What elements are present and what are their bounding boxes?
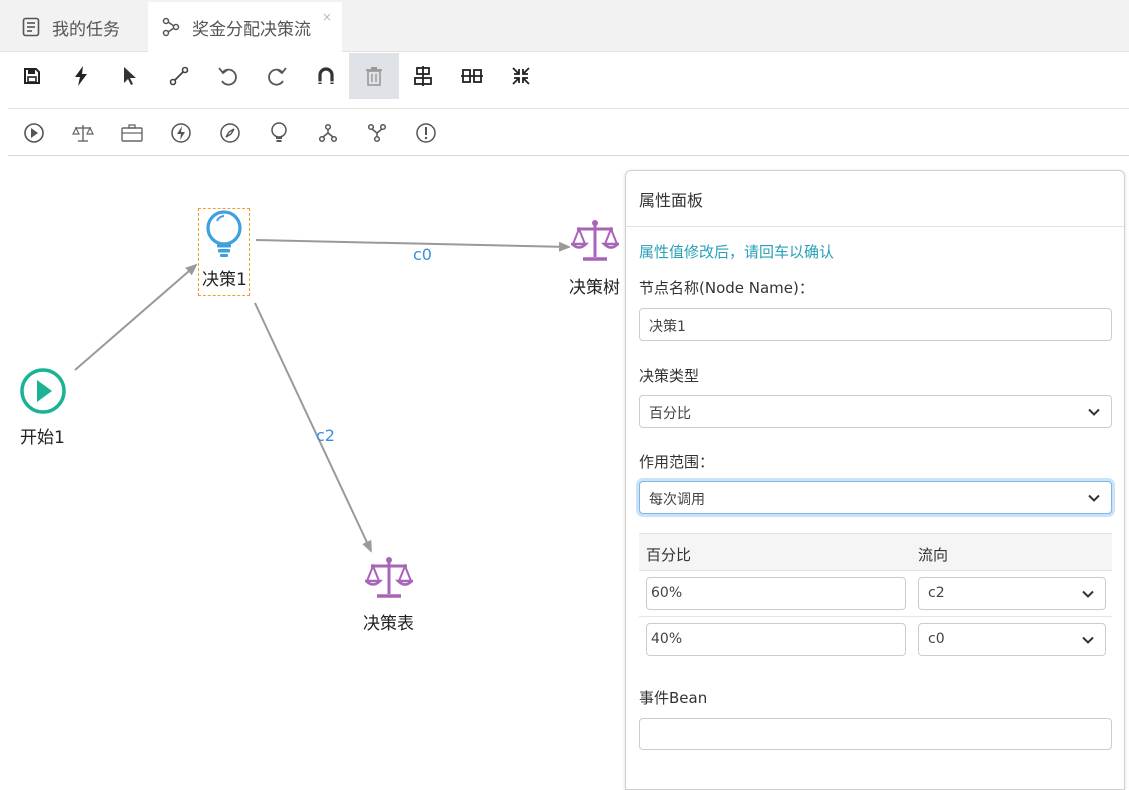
connect-button[interactable]	[155, 53, 203, 99]
start-node-label: 开始1	[20, 428, 65, 448]
add-script-node[interactable]	[206, 110, 254, 156]
decision-scale-icon	[72, 125, 94, 142]
percent-value: 60%	[651, 585, 683, 601]
chevron-down-icon	[1082, 590, 1094, 598]
join-icon	[367, 123, 387, 143]
run-button[interactable]	[57, 53, 105, 99]
undo-button[interactable]	[204, 53, 252, 99]
task-list-icon	[20, 16, 42, 38]
flow-value: c0	[928, 631, 945, 647]
close-tab-icon[interactable]: ×	[322, 10, 332, 24]
decision-tree-node[interactable]	[571, 217, 619, 263]
add-fork-node[interactable]	[304, 110, 352, 156]
add-end-node[interactable]	[402, 110, 450, 156]
node-name-label: 节点名称(Node Name)：	[639, 279, 814, 297]
align-horizontal-button[interactable]	[448, 53, 496, 99]
action-bolt-icon	[171, 123, 191, 143]
bolt-icon	[75, 66, 87, 86]
tab-bonus-flow[interactable]: 奖金分配决策流 ×	[148, 2, 342, 52]
node-name-value: 决策1	[649, 319, 686, 335]
flow-select[interactable]: c0	[918, 623, 1106, 656]
align-vertical-icon	[414, 66, 432, 86]
add-task-node[interactable]	[108, 110, 156, 156]
decision-type-select[interactable]: 百分比	[639, 395, 1112, 428]
table-row: 60% c2	[639, 571, 1112, 617]
tab-bar: 我的任务 奖金分配决策流 ×	[0, 0, 1129, 52]
add-start-node[interactable]	[10, 110, 58, 156]
decision-type-value: 百分比	[649, 406, 691, 422]
percent-input[interactable]: 40%	[646, 623, 906, 656]
panel-hint: 属性值修改后，请回车以确认	[639, 243, 835, 261]
flow-select[interactable]: c2	[918, 577, 1106, 610]
save-button[interactable]	[8, 53, 56, 99]
decision-table-node[interactable]	[365, 554, 413, 600]
snap-button[interactable]	[302, 53, 350, 99]
scope-value: 每次调用	[649, 492, 705, 508]
magnet-icon	[318, 67, 334, 84]
start-node[interactable]	[19, 367, 67, 415]
scope-label: 作用范围：	[639, 453, 715, 471]
flow-value: c2	[928, 585, 945, 601]
table-row: 40% c0	[639, 617, 1112, 663]
panel-title: 属性面板	[626, 171, 1124, 227]
edge-start-to-decision[interactable]	[74, 263, 198, 371]
delete-button[interactable]	[349, 53, 399, 99]
decision-tree-label: 决策树	[569, 278, 620, 298]
align-vertical-button[interactable]	[399, 53, 447, 99]
chevron-down-icon	[1088, 408, 1100, 416]
tab-label: 我的任务	[52, 19, 120, 40]
add-action-node[interactable]	[157, 110, 205, 156]
end-exclamation-icon	[416, 123, 436, 143]
add-decision-node[interactable]	[255, 110, 303, 156]
edge-label-c2[interactable]: c2	[316, 426, 335, 445]
scope-select[interactable]: 每次调用	[639, 481, 1112, 514]
pointer-icon	[124, 67, 136, 85]
main-toolbar	[8, 53, 1129, 109]
tab-my-tasks[interactable]: 我的任务	[8, 2, 146, 52]
decision-bulb-icon	[271, 122, 287, 142]
tab-label: 奖金分配决策流	[192, 19, 311, 40]
connector-icon	[169, 66, 189, 86]
flow-icon	[160, 16, 182, 38]
chevron-down-icon	[1082, 636, 1094, 644]
header-flow: 流向	[918, 546, 949, 564]
decision-node-label: 决策1	[202, 270, 247, 290]
redo-icon	[268, 67, 287, 86]
decision-node[interactable]	[203, 209, 245, 259]
compress-icon	[512, 67, 530, 85]
trash-icon	[366, 67, 382, 86]
fit-button[interactable]	[497, 53, 545, 99]
select-button[interactable]	[106, 53, 154, 99]
decision-type-label: 决策类型	[639, 367, 700, 385]
percent-input[interactable]: 60%	[646, 577, 906, 610]
percent-flow-table: 百分比 流向 60% c2 40% c0	[639, 533, 1112, 663]
add-decision-tree-node[interactable]	[59, 110, 107, 156]
header-percent: 百分比	[646, 546, 692, 564]
align-horizontal-icon	[461, 69, 483, 83]
node-name-input[interactable]: 决策1	[639, 308, 1112, 341]
briefcase-icon	[121, 124, 143, 142]
table-header: 百分比 流向	[639, 533, 1112, 571]
edge-label-c0[interactable]: c0	[413, 245, 432, 264]
decision-table-label: 决策表	[363, 614, 414, 634]
edge-c2[interactable]	[254, 302, 372, 553]
save-icon	[24, 68, 40, 84]
percent-value: 40%	[651, 631, 683, 647]
fork-icon	[318, 123, 338, 143]
event-bean-label: 事件Bean	[639, 689, 708, 707]
properties-panel: 属性面板 属性值修改后，请回车以确认 节点名称(Node Name)： 决策1 …	[625, 170, 1125, 790]
add-join-node[interactable]	[353, 110, 401, 156]
redo-button[interactable]	[253, 53, 301, 99]
script-compass-icon	[220, 123, 240, 143]
node-palette	[8, 110, 1129, 156]
undo-icon	[218, 67, 237, 86]
chevron-down-icon	[1088, 494, 1100, 502]
event-bean-input[interactable]	[639, 718, 1112, 750]
start-node-icon	[24, 123, 44, 143]
